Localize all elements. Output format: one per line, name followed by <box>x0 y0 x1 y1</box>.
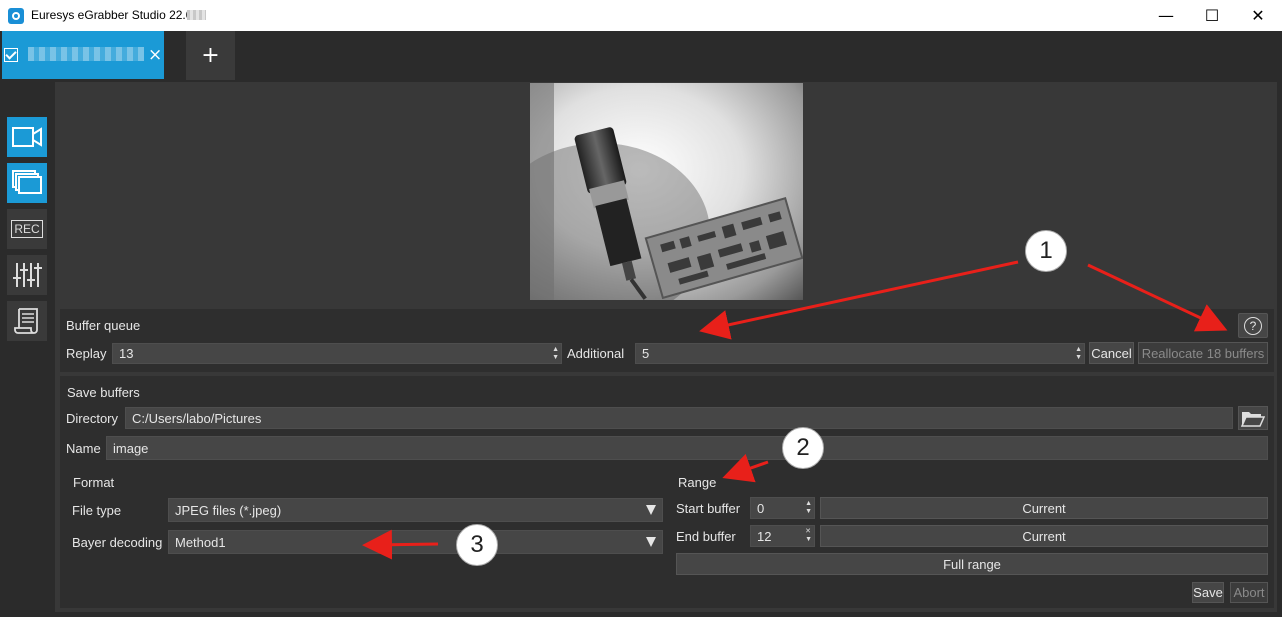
annotation-arrow-1b <box>1087 263 1228 332</box>
annotation-arrow-1a <box>699 260 1019 340</box>
annotation-badge-3: 3 <box>456 524 498 566</box>
annotation-arrow-3 <box>362 529 439 560</box>
annotation-arrow-2 <box>722 453 769 483</box>
annotation-badge-2: 2 <box>782 427 824 469</box>
annotation-badge-1: 1 <box>1025 230 1067 272</box>
annotation-arrows <box>362 260 1228 560</box>
